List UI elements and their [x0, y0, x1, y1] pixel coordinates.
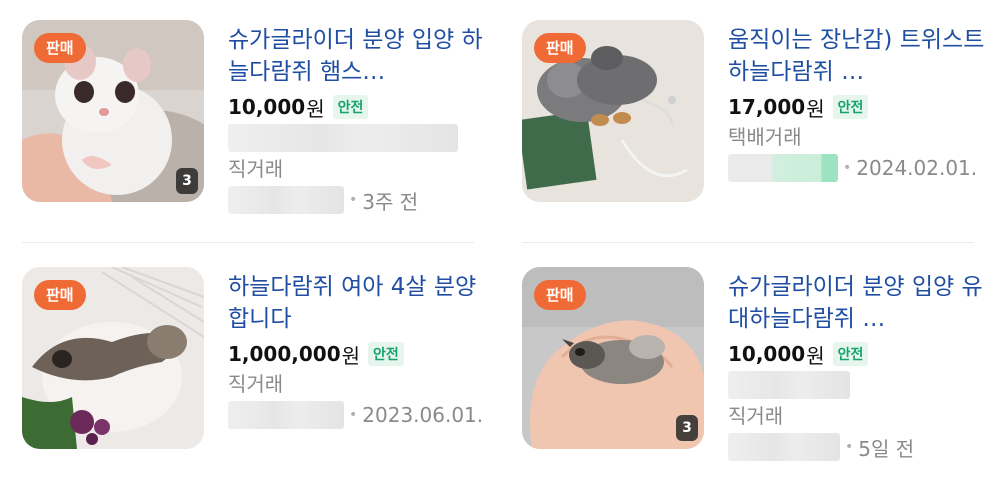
blurred-seller-info	[228, 124, 458, 152]
blurred-seller-info	[728, 371, 850, 399]
photo-count-badge: 3	[176, 168, 198, 194]
sale-status-badge: 판매	[534, 33, 586, 63]
listing-card[interactable]: 판매 3 슈가글라이더 분양 입양 유대하늘다람쥐 … 10,000 원 안전 …	[522, 267, 992, 467]
trade-type: 직거래	[228, 157, 284, 181]
blurred-location	[728, 433, 840, 461]
meta-separator: •	[843, 160, 852, 176]
price-currency: 원	[341, 343, 361, 368]
listing-title[interactable]: 하늘다람쥐 여아 4살 분양합니다	[228, 271, 488, 335]
sale-status-badge: 판매	[534, 280, 586, 310]
listing-thumbnail[interactable]: 판매	[522, 20, 704, 202]
listing-thumbnail[interactable]: 판매	[22, 267, 204, 449]
listing-thumbnail[interactable]: 판매 3	[22, 20, 204, 202]
blurred-location	[228, 401, 344, 429]
listing-date: 2024.02.01.	[856, 156, 978, 180]
listing-card[interactable]: 판매 움직이는 장난감) 트위스트 하늘다람쥐 … 17,000 원 안전 택배…	[522, 20, 992, 220]
listing-thumbnail[interactable]: 판매 3	[522, 267, 704, 449]
safe-payment-badge: 안전	[368, 342, 404, 366]
trade-type: 택배거래	[728, 125, 802, 149]
listing-date: 2023.06.01.	[362, 403, 484, 427]
meta-separator: •	[349, 192, 358, 208]
meta-separator: •	[845, 439, 854, 455]
price-currency: 원	[806, 96, 825, 121]
price-currency: 원	[806, 343, 825, 368]
trade-type: 직거래	[228, 372, 284, 396]
listing-card[interactable]: 판매 하늘다람쥐 여아 4살 분양합니다 1,000,000 원 안전 직거래 …	[22, 267, 492, 467]
photo-count-badge: 3	[676, 415, 698, 441]
sale-status-badge: 판매	[34, 33, 86, 63]
listing-price: 17,000	[728, 95, 806, 119]
meta-separator: •	[349, 407, 358, 423]
listing-price: 1,000,000	[228, 342, 341, 366]
price-currency: 원	[306, 96, 325, 121]
listing-title[interactable]: 움직이는 장난감) 트위스트 하늘다람쥐 …	[728, 24, 988, 88]
sale-status-badge: 판매	[34, 280, 86, 310]
listing-date: 5일 전	[858, 436, 915, 461]
listing-title[interactable]: 슈가글라이더 분양 입양 유대하늘다람쥐 …	[728, 271, 988, 335]
safe-payment-badge: 안전	[832, 95, 869, 119]
safe-payment-badge: 안전	[832, 342, 869, 366]
blurred-location	[728, 154, 838, 182]
listing-price: 10,000	[728, 342, 806, 366]
listing-title[interactable]: 슈가글라이더 분양 입양 하늘다람쥐 햄스…	[228, 24, 488, 88]
trade-type: 직거래	[728, 404, 784, 428]
listing-price: 10,000	[228, 95, 306, 119]
safe-payment-badge: 안전	[332, 95, 369, 119]
row-divider	[22, 242, 474, 243]
listing-date: 3주 전	[362, 189, 419, 214]
listing-card[interactable]: 판매 3 슈가글라이더 분양 입양 하늘다람쥐 햄스… 10,000 원 안전 …	[22, 20, 492, 220]
row-divider	[522, 242, 974, 243]
blurred-location	[228, 186, 344, 214]
